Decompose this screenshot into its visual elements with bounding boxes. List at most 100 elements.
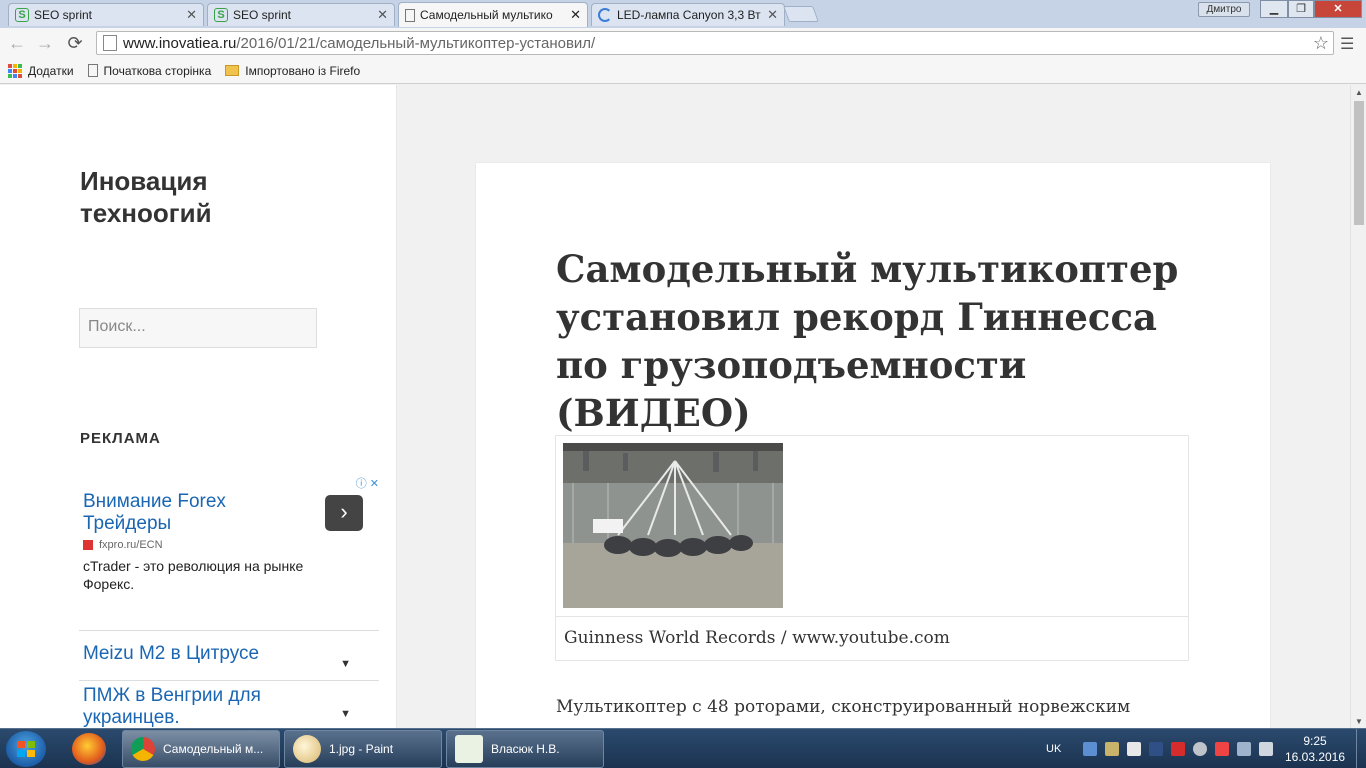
bookmark-apps[interactable]: Додатки xyxy=(8,63,74,78)
forward-icon[interactable]: → xyxy=(34,32,56,54)
tab-led-lamp[interactable]: LED-лампа Canyon 3,3 Вт ✕ xyxy=(591,3,785,26)
close-icon[interactable]: ✕ xyxy=(570,7,581,23)
tab-title: SEO sprint xyxy=(233,8,292,22)
apps-grid-icon xyxy=(8,63,22,78)
tab-title: LED-лампа Canyon 3,3 Вт xyxy=(617,8,761,22)
seo-sprint-icon: S xyxy=(15,8,29,22)
printer-icon[interactable] xyxy=(1105,742,1120,756)
yandex-icon[interactable] xyxy=(1171,742,1186,756)
site-title[interactable]: Иновация техноогий xyxy=(80,165,340,229)
taskbar-item-chrome[interactable]: Самодельный м... xyxy=(122,730,280,768)
system-tray: UK xyxy=(1046,729,1277,768)
scroll-up-icon[interactable]: ▲ xyxy=(1355,88,1363,97)
bookmark-imported-folder[interactable]: Імпортовано із Firefo xyxy=(225,64,360,78)
bookmark-label: Імпортовано із Firefo xyxy=(245,63,361,78)
page-viewport: Иновация техноогий Поиск... РЕКЛАМА ⓘ ✕ … xyxy=(0,85,1350,729)
ad-choices-icon[interactable]: ⓘ ✕ xyxy=(355,475,379,491)
tab-strip: S SEO sprint ✕ S SEO sprint ✕ Самодельны… xyxy=(0,0,1366,28)
caret-down-icon[interactable]: ▼ xyxy=(340,653,351,675)
close-icon[interactable]: ✕ xyxy=(377,7,388,23)
search-input[interactable]: Поиск... xyxy=(79,308,317,348)
bookmark-label: Додатки xyxy=(28,63,74,78)
scroll-down-icon[interactable]: ▼ xyxy=(1355,717,1363,726)
related-item[interactable]: ПМЖ в Венгрии для украинцев. ▼ xyxy=(79,680,379,729)
scrollbar-thumb[interactable] xyxy=(1354,101,1364,225)
windows-logo-icon xyxy=(17,741,35,757)
page-icon xyxy=(87,64,98,77)
new-tab-button[interactable] xyxy=(783,6,819,22)
tab-title: SEO sprint xyxy=(34,8,93,22)
bookmark-home-page[interactable]: Початкова сторінка xyxy=(87,63,212,78)
article-figure: Guinness World Records / www.youtube.com xyxy=(555,435,1189,661)
ad-text: cTrader - это революция на рынке Форекс. xyxy=(83,558,304,592)
page-icon xyxy=(103,35,117,51)
clock-time: 9:25 xyxy=(1303,734,1327,748)
user-profile-button[interactable]: Дмитро xyxy=(1198,2,1250,17)
window-close-button[interactable]: ✕ xyxy=(1314,0,1362,18)
task-label: Самодельный м... xyxy=(163,742,264,756)
taskbar-item-paint[interactable]: 1.jpg - Paint xyxy=(284,730,442,768)
restore-button[interactable]: ❐ xyxy=(1288,0,1314,18)
language-indicator[interactable]: UK xyxy=(1046,743,1061,755)
ad-url-text: fxpro.ru/ECN xyxy=(99,539,163,551)
url-path: /2016/01/21/самодельный-мультикоптер-уст… xyxy=(236,34,596,52)
related-item[interactable]: Meizu M2 в Цитрусе ▼ xyxy=(79,630,379,680)
tab-seo-sprint-2[interactable]: S SEO sprint ✕ xyxy=(207,3,395,26)
sidebar: Иновация техноогий Поиск... РЕКЛАМА ⓘ ✕ … xyxy=(0,85,397,729)
article-first-line: Мультикоптер с 48 роторами, сконструиров… xyxy=(556,697,1131,717)
notepad-tray-icon[interactable] xyxy=(1127,742,1142,756)
close-icon[interactable]: ✕ xyxy=(767,7,778,23)
ad-block[interactable]: ⓘ ✕ Внимание Forex Трейдеры fxpro.ru/ECN… xyxy=(79,475,379,615)
browser-toolbar: ← → ⟳ www.inovatiea.ru/2016/01/21/самоде… xyxy=(0,28,1366,58)
page-scrollbar[interactable]: ▲ ▼ xyxy=(1350,85,1366,729)
clock[interactable]: 9:25 16.03.2016 xyxy=(1280,733,1350,765)
taskbar-item-notepad[interactable]: Власюк Н.В. xyxy=(446,730,604,768)
menu-icon[interactable]: ☰ xyxy=(1340,34,1354,54)
url-host: www.inovatiea.ru xyxy=(123,34,237,52)
page-icon xyxy=(405,8,415,22)
ad-favicon xyxy=(83,540,93,550)
task-label: 1.jpg - Paint xyxy=(329,742,394,756)
firefox-icon[interactable] xyxy=(72,733,106,765)
pen-tool-icon[interactable] xyxy=(1149,742,1164,756)
task-label: Власюк Н.В. xyxy=(491,742,560,756)
article-image[interactable] xyxy=(563,443,783,608)
url-text: www.inovatiea.ru/2016/01/21/самодельный-… xyxy=(123,35,595,52)
widget-title: РЕКЛАМА xyxy=(80,430,161,447)
article-card: Самодельный мультикоптер установил рекор… xyxy=(476,163,1270,729)
seo-sprint-icon: S xyxy=(214,8,228,22)
network-status-icon[interactable] xyxy=(1083,742,1098,756)
related-item-label: ПМЖ в Венгрии для украинцев. xyxy=(83,685,261,728)
volume-icon[interactable] xyxy=(1259,742,1274,756)
related-item-label: Meizu M2 в Цитрусе xyxy=(83,643,260,664)
ad-headline[interactable]: Внимание Forex Трейдеры xyxy=(83,491,303,535)
tab-article[interactable]: Самодельный мультико ✕ xyxy=(398,2,588,27)
bookmarks-bar: Додатки Початкова сторінка Імпортовано і… xyxy=(0,58,1366,84)
bookmark-label: Початкова сторінка xyxy=(103,63,212,78)
clock-tray-icon[interactable] xyxy=(1193,742,1208,756)
multicopter-photo-icon xyxy=(563,443,783,608)
chevron-right-icon[interactable]: › xyxy=(325,495,363,531)
folder-icon xyxy=(225,65,240,76)
article-title: Самодельный мультикоптер установил рекор… xyxy=(556,247,1179,435)
reload-icon[interactable]: ⟳ xyxy=(64,32,86,54)
bookmark-star-icon[interactable]: ☆ xyxy=(1313,33,1329,54)
minimize-button[interactable]: ▁ xyxy=(1260,0,1288,18)
chrome-icon xyxy=(131,737,155,761)
windows-taskbar: Самодельный м... 1.jpg - Paint Власюк Н.… xyxy=(0,728,1366,768)
caret-down-icon[interactable]: ▼ xyxy=(340,703,351,725)
image-caption: Guinness World Records / www.youtube.com xyxy=(556,616,1188,659)
tab-title: Самодельный мультико xyxy=(420,8,553,22)
back-icon[interactable]: ← xyxy=(6,32,28,54)
show-desktop-button[interactable] xyxy=(1356,729,1366,768)
tab-seo-sprint-1[interactable]: S SEO sprint ✕ xyxy=(8,3,204,26)
start-button[interactable] xyxy=(6,731,46,767)
paint-icon xyxy=(293,735,321,763)
loading-icon xyxy=(598,8,612,22)
clock-date: 16.03.2016 xyxy=(1284,750,1346,764)
flag-alert-icon[interactable] xyxy=(1215,742,1230,756)
ad-url[interactable]: fxpro.ru/ECN xyxy=(83,539,163,551)
address-bar[interactable]: www.inovatiea.ru/2016/01/21/самодельный-… xyxy=(96,31,1334,55)
network-icon[interactable] xyxy=(1237,742,1252,756)
close-icon[interactable]: ✕ xyxy=(186,7,197,23)
